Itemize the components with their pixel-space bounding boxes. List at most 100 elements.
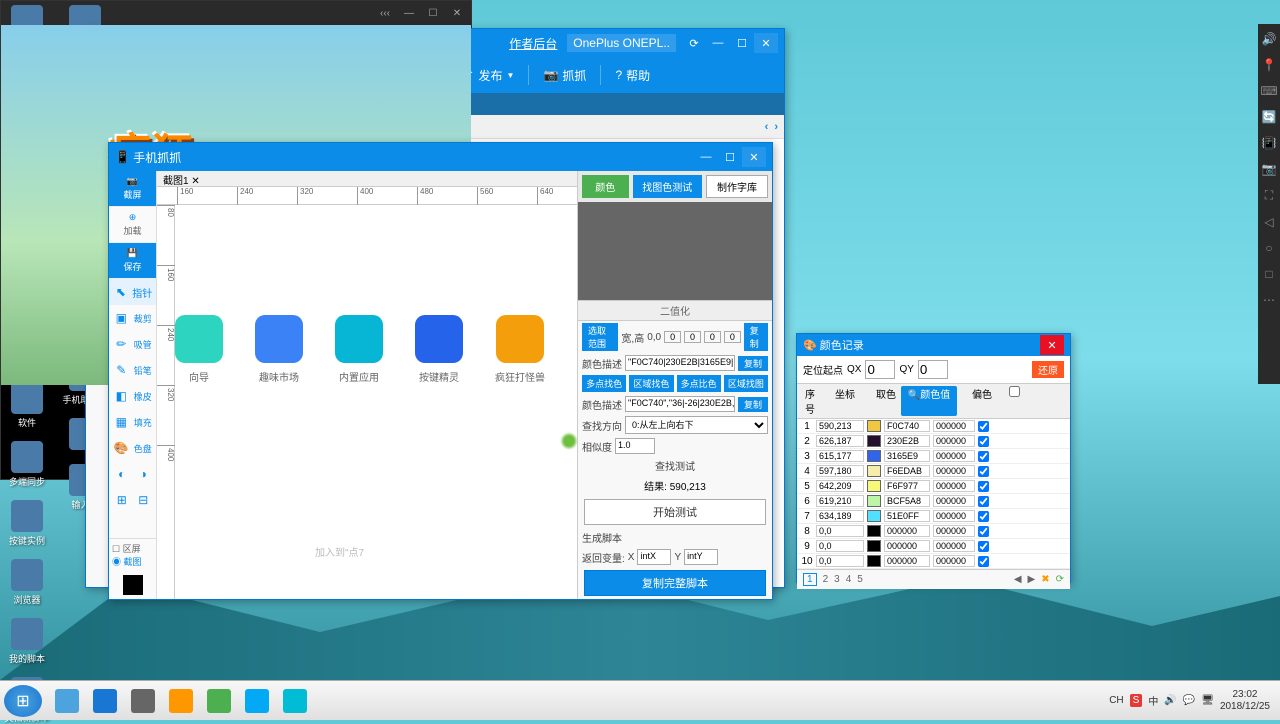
desktop-icon[interactable]: 按键实例 xyxy=(2,500,52,547)
y-var-input[interactable]: intY xyxy=(684,549,718,565)
publish-button[interactable]: ⬆发布▼ xyxy=(464,67,514,84)
more-icon[interactable]: ‹‹‹ xyxy=(375,5,395,21)
screenshot-icon[interactable]: 📷 xyxy=(1262,162,1277,176)
location-icon[interactable]: 📍 xyxy=(1262,58,1277,72)
qx-input[interactable] xyxy=(865,360,895,379)
page-2[interactable]: 2 xyxy=(823,574,829,585)
color-row[interactable]: 2626,187230E2B000000 xyxy=(797,434,1070,449)
clock[interactable]: 23:02 2018/12/25 xyxy=(1220,689,1276,713)
tool-d[interactable]: ⊟ xyxy=(135,492,151,508)
grab-titlebar[interactable]: 📱 手机抓抓 — ☐ ✕ xyxy=(109,143,772,171)
ime-mode[interactable]: 中 xyxy=(1148,693,1158,708)
taskbar-app[interactable] xyxy=(277,685,313,717)
reset-button[interactable]: 还原 xyxy=(1032,361,1064,378)
qy-input[interactable] xyxy=(918,360,948,379)
taskbar-app[interactable] xyxy=(239,685,275,717)
color-desc-1[interactable]: "F0C740|230E2B|3165E9|F6EDAB|F6F xyxy=(625,355,735,371)
home-icon[interactable]: ○ xyxy=(1265,241,1272,255)
color-swatch-current[interactable] xyxy=(123,575,143,595)
pencil-tool[interactable]: ✎ xyxy=(113,362,129,378)
app-icon[interactable]: 向导 xyxy=(175,315,223,384)
tool-c[interactable]: ⊞ xyxy=(114,492,130,508)
select-range-button[interactable]: 选取范围 xyxy=(582,323,618,351)
tray-icon[interactable]: 🔊 xyxy=(1164,695,1176,706)
minimize-button[interactable]: — xyxy=(694,147,718,167)
color-row[interactable]: 4597,180F6EDAB000000 xyxy=(797,464,1070,479)
eraser-tool[interactable]: ◧ xyxy=(113,388,129,404)
shake-icon[interactable]: 📳 xyxy=(1262,136,1277,150)
desktop-icon[interactable]: 浏览器 xyxy=(2,559,52,606)
refresh-icon[interactable]: ⟳ xyxy=(1056,574,1064,585)
keyboard-icon[interactable]: ⌨ xyxy=(1260,84,1277,98)
taskbar-app[interactable] xyxy=(163,685,199,717)
close-button[interactable]: ✕ xyxy=(754,33,778,53)
taskbar-app[interactable] xyxy=(201,685,237,717)
maximize-button[interactable]: ☐ xyxy=(730,33,754,53)
page-prev-icon[interactable]: ◀ xyxy=(1014,574,1022,585)
close-button[interactable]: ✕ xyxy=(742,147,766,167)
app-icon[interactable]: 按键精灵 xyxy=(415,315,463,384)
close-button[interactable]: ✕ xyxy=(447,5,467,21)
taskbar-app[interactable] xyxy=(125,685,161,717)
palette-tool[interactable]: 🎨 xyxy=(113,440,129,456)
refresh-icon[interactable]: ⟳ xyxy=(682,33,706,53)
author-link[interactable]: 作者后台 xyxy=(509,35,557,52)
multi-compare[interactable]: 多点比色 xyxy=(677,375,721,392)
page-5[interactable]: 5 xyxy=(857,574,863,585)
minimize-button[interactable]: — xyxy=(706,33,730,53)
start-button[interactable]: ⊞ xyxy=(4,685,42,717)
desktop-icon[interactable]: 多端同步 xyxy=(2,441,52,488)
pointer-tool[interactable]: ⬉ xyxy=(113,284,129,300)
fullscreen-icon[interactable]: ⛶ xyxy=(1265,188,1273,203)
maximize-button[interactable]: ☐ xyxy=(423,5,443,21)
start-test-button[interactable]: 开始测试 xyxy=(584,499,766,525)
device-selector[interactable]: OnePlus ONEPL.. xyxy=(567,34,676,52)
lang-indicator[interactable]: CH xyxy=(1109,695,1123,706)
area-findpic[interactable]: 区域找图 xyxy=(724,375,768,392)
page-4[interactable]: 4 xyxy=(846,574,852,585)
similarity-input[interactable]: 1.0 xyxy=(615,438,655,454)
nav-prev-icon[interactable]: ‹ xyxy=(765,121,769,133)
taskbar-app[interactable] xyxy=(49,685,85,717)
search-direction-select[interactable]: 0:从左上向右下 xyxy=(625,416,768,434)
canvas[interactable]: 向导趣味市场内置应用按键精灵疯狂打怪兽 加入到"点7 xyxy=(175,205,577,599)
fill-tool[interactable]: ▦ xyxy=(113,414,129,430)
ime-indicator[interactable]: S xyxy=(1130,694,1143,707)
copy-button[interactable]: 复制 xyxy=(744,323,768,351)
app-icon[interactable]: 疯狂打怪兽 xyxy=(495,315,545,384)
opt-screenshot[interactable]: ◉ 截图 xyxy=(112,555,153,568)
tray-icon[interactable]: 🖥 xyxy=(1201,695,1214,706)
color-desc-2[interactable]: "F0C740","36|-26|230E2B,25|-3 xyxy=(625,396,735,412)
tray-icon[interactable]: 💬 xyxy=(1183,695,1195,706)
eyedropper-tool[interactable]: ✏ xyxy=(113,336,129,352)
back-icon[interactable]: ◁ xyxy=(1264,215,1273,229)
color-titlebar[interactable]: 🎨 颜色记录 ✕ xyxy=(797,334,1070,356)
color-row[interactable]: 90,0000000000000 xyxy=(797,539,1070,554)
select-all-checkbox[interactable] xyxy=(1009,386,1020,397)
load-tool[interactable]: ⊕加载 xyxy=(109,207,156,243)
tool-a[interactable]: ◐ xyxy=(114,466,130,482)
canvas-tab[interactable]: 截图1 ✕ xyxy=(157,171,577,187)
opt-region[interactable]: ☐ 区屏 xyxy=(112,542,153,555)
page-3[interactable]: 3 xyxy=(834,574,840,585)
maximize-button[interactable]: ☐ xyxy=(718,147,742,167)
app-icon[interactable]: 内置应用 xyxy=(335,315,383,384)
rotate-icon[interactable]: 🔄 xyxy=(1262,110,1277,124)
save-tool[interactable]: 💾保存 xyxy=(109,243,156,279)
desktop-icon[interactable]: 软件 xyxy=(2,382,52,429)
color-row[interactable]: 7634,18951E0FF000000 xyxy=(797,509,1070,524)
help-button[interactable]: ?帮助 xyxy=(615,67,650,84)
grab-button[interactable]: 📷抓抓 xyxy=(543,67,586,84)
recent-icon[interactable]: □ xyxy=(1265,267,1272,281)
app-icon[interactable]: 趣味市场 xyxy=(255,315,303,384)
copy-button[interactable]: 复制 xyxy=(738,397,768,412)
desktop-icon[interactable]: 我的脚本 xyxy=(2,618,52,665)
color-row[interactable]: 6619,210BCF5A8000000 xyxy=(797,494,1070,509)
clear-icon[interactable]: ✖ xyxy=(1041,574,1049,585)
color-row[interactable]: 5642,209F6F977000000 xyxy=(797,479,1070,494)
screenshot-tool[interactable]: 📷截屏 xyxy=(109,171,156,207)
taskbar-app[interactable] xyxy=(87,685,123,717)
find-test-button[interactable]: 找图色测试 xyxy=(633,175,703,198)
color-row[interactable]: 3615,1773165E9000000 xyxy=(797,449,1070,464)
copy-button[interactable]: 复制 xyxy=(738,356,768,371)
